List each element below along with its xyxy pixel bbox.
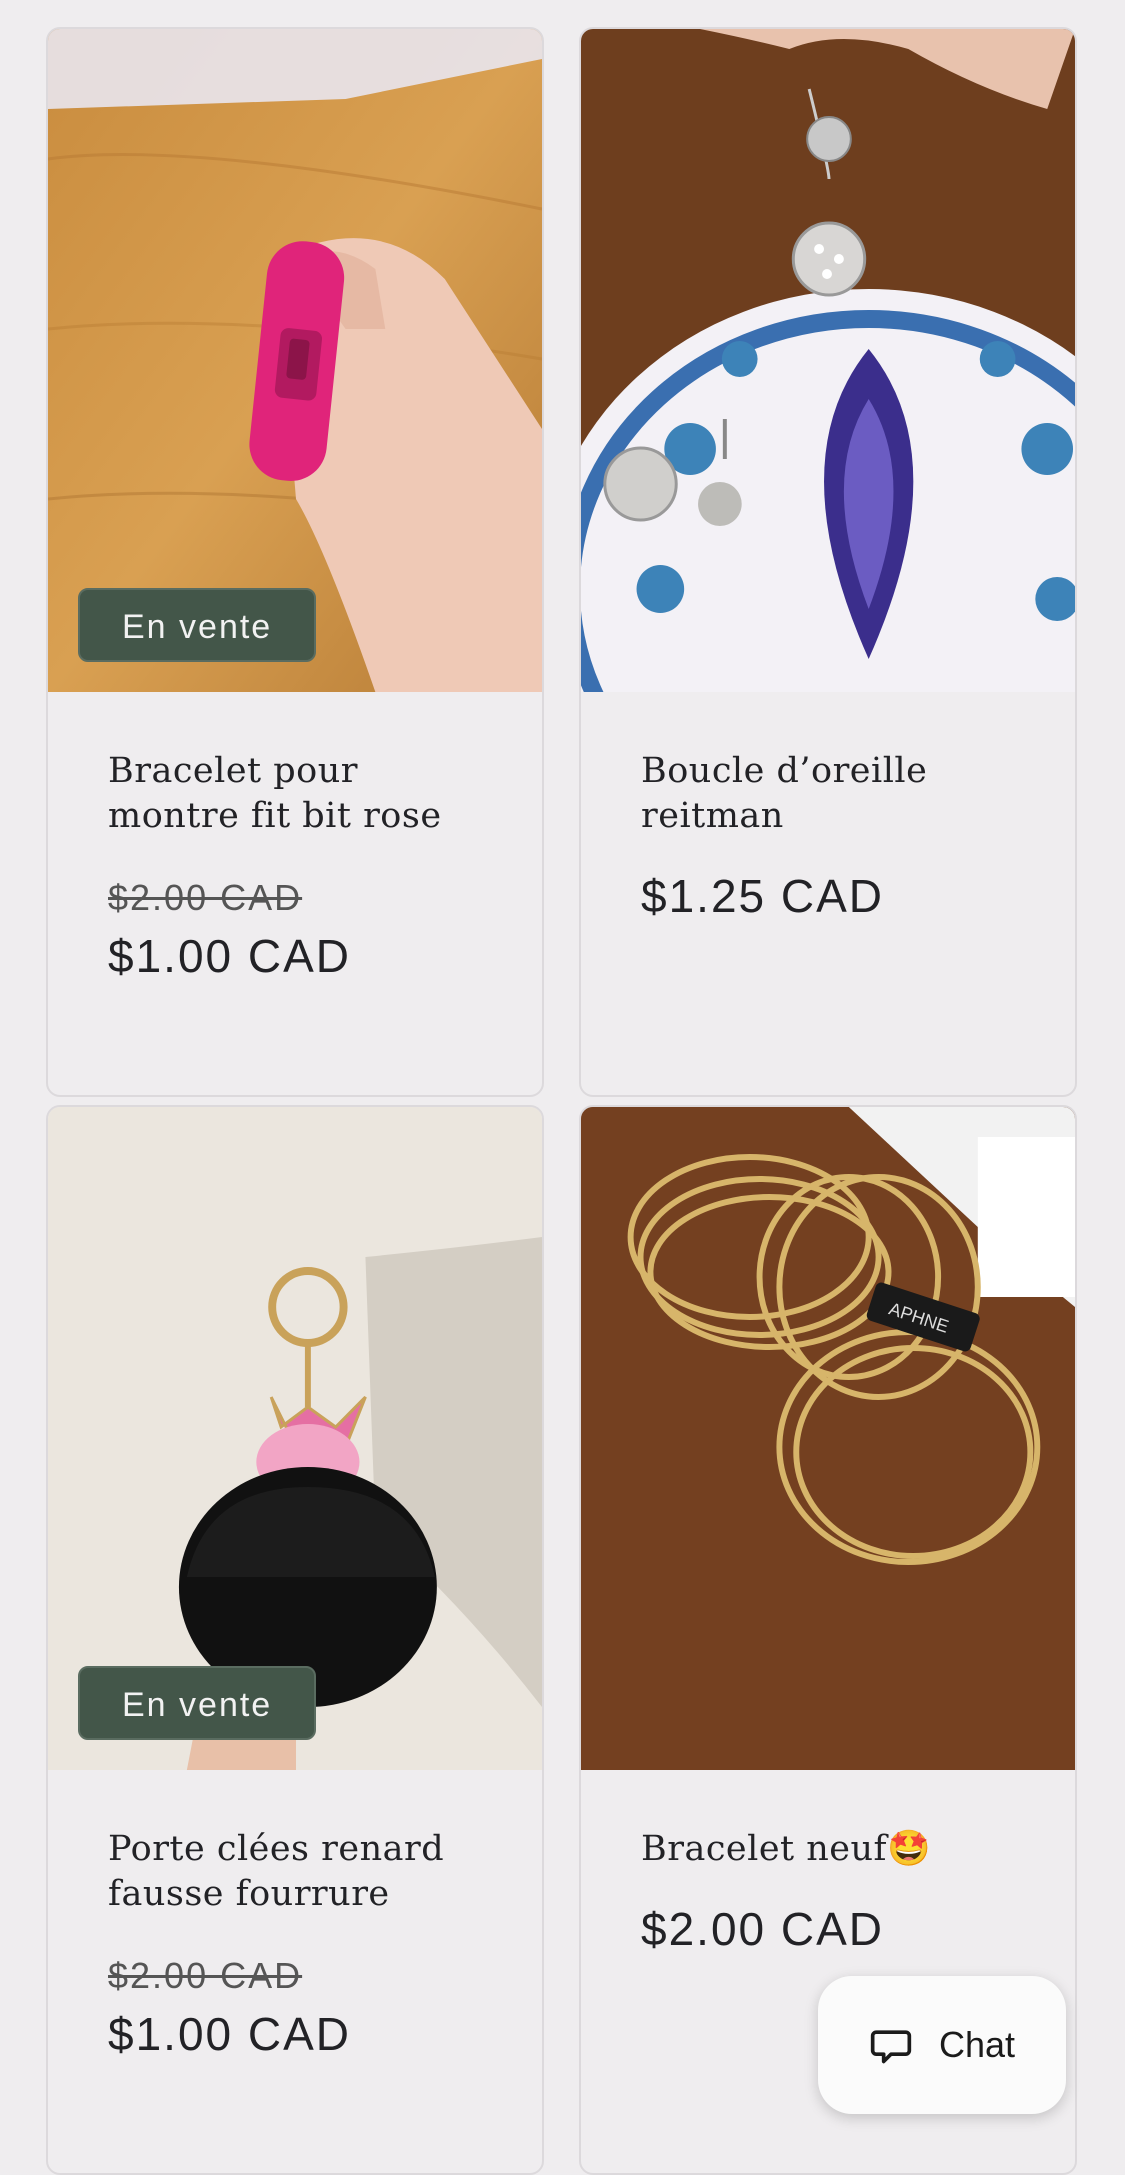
sale-price: $1.00 CAD — [108, 2008, 352, 2060]
product-title[interactable]: Bracelet neuf🤩 — [641, 1827, 1035, 1872]
product-card[interactable]: Boucle d’oreille reitman $1.25 CAD — [579, 27, 1077, 1097]
sale-badge: En vente — [78, 588, 317, 662]
product-title-line: Bracelet neuf🤩 — [641, 1829, 932, 1869]
product-title-line: montre fit bit rose — [108, 796, 442, 836]
product-image[interactable]: APHNE — [581, 1107, 1075, 1770]
product-card[interactable]: En vente Bracelet pour montre fit bit ro… — [46, 27, 544, 1097]
product-title-line: Porte clées renard — [108, 1829, 445, 1869]
chat-button[interactable]: Chat — [818, 1976, 1066, 2114]
product-title-line: reitman — [641, 796, 784, 836]
chat-bubble-icon — [870, 2030, 912, 2064]
product-card[interactable]: En vente Porte clées renard fausse fourr… — [46, 1105, 544, 2175]
sale-price: $1.00 CAD — [108, 930, 352, 982]
product-info: Boucle d’oreille reitman $1.25 CAD — [641, 749, 1035, 923]
price: $1.25 CAD — [641, 870, 885, 922]
product-title[interactable]: Boucle d’oreille reitman — [641, 749, 1035, 839]
chat-label: Chat — [938, 2024, 1016, 2065]
product-title-line: Boucle d’oreille — [641, 751, 928, 791]
sale-badge: En vente — [78, 1666, 317, 1740]
product-image[interactable]: En vente — [48, 29, 542, 692]
gold-bangles-photo: APHNE — [581, 1107, 1075, 1770]
product-info: Bracelet neuf🤩 $2.00 CAD — [641, 1827, 1035, 1956]
product-grid-page: En vente Bracelet pour montre fit bit ro… — [0, 0, 1125, 2175]
original-price: $2.00 CAD — [108, 877, 303, 918]
product-title[interactable]: Bracelet pour montre fit bit rose — [108, 749, 502, 839]
product-title-line: fausse fourrure — [108, 1874, 390, 1914]
product-image[interactable]: En vente — [48, 1107, 542, 1770]
product-title-line: Bracelet pour — [108, 751, 358, 791]
product-title[interactable]: Porte clées renard fausse fourrure — [108, 1827, 502, 1917]
price: $2.00 CAD — [641, 1903, 885, 1955]
product-info: Bracelet pour montre fit bit rose $2.00 … — [108, 749, 502, 983]
original-price: $2.00 CAD — [108, 1955, 303, 1996]
product-info: Porte clées renard fausse fourrure $2.00… — [108, 1827, 502, 2061]
product-image[interactable] — [581, 29, 1075, 692]
rhinestone-earrings-photo — [581, 29, 1075, 692]
